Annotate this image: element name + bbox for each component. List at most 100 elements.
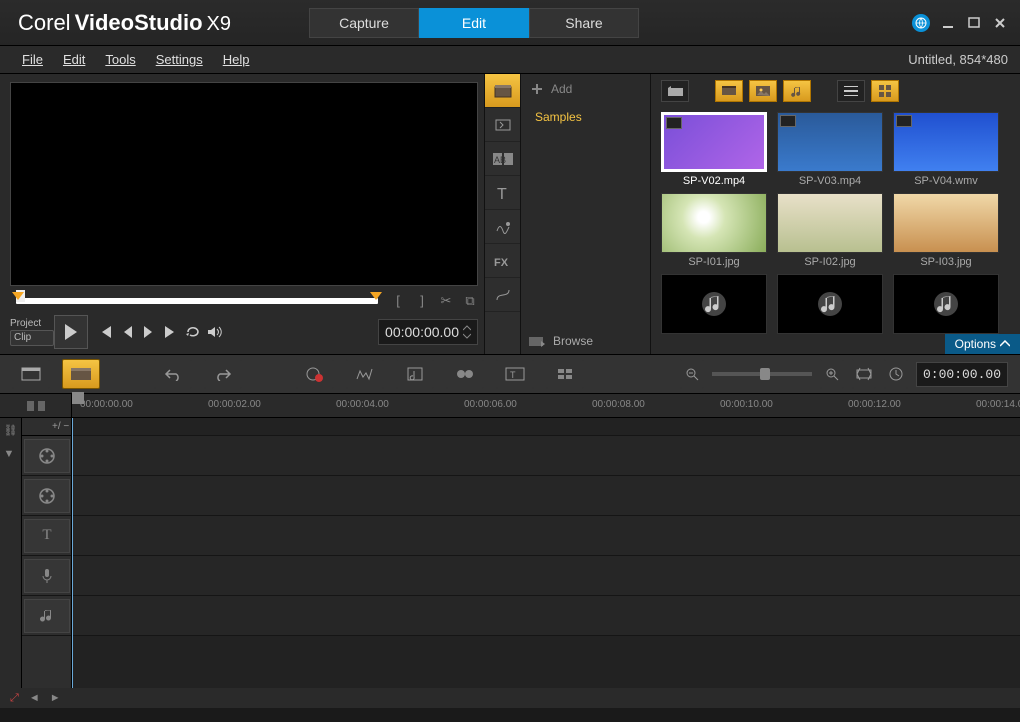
libtab-instant[interactable] — [485, 108, 520, 142]
media-thumbnail[interactable]: SP-V04.wmv — [891, 112, 1001, 187]
import-button[interactable] — [661, 80, 689, 102]
preview-timecode[interactable]: 00:00:00.00 — [378, 319, 478, 345]
options-button[interactable]: Options — [945, 334, 1020, 354]
scrub-bar[interactable] — [16, 298, 378, 304]
media-thumbnail[interactable] — [891, 274, 1001, 337]
subtitle-button[interactable]: T — [496, 359, 534, 389]
auto-music-button[interactable] — [396, 359, 434, 389]
storyboard-view-button[interactable] — [12, 359, 50, 389]
footer-expand-icon[interactable]: ⤢ — [10, 692, 19, 705]
media-thumbnail[interactable]: SP-V02.mp4 — [659, 112, 769, 187]
ruler-scale[interactable]: 00:00:00.0000:00:02.0000:00:04.0000:00:0… — [72, 394, 1020, 417]
libtab-media[interactable] — [485, 74, 520, 108]
timecode-spinner-icon[interactable] — [463, 325, 471, 339]
track-title[interactable]: T — [22, 516, 71, 556]
timeline-timecode[interactable]: 0:00:00.00 — [916, 362, 1008, 387]
track-row[interactable] — [72, 436, 1020, 476]
menu-file[interactable]: File — [12, 48, 53, 71]
library-category-tabs: AB T FX — [485, 74, 521, 354]
media-thumbnail[interactable]: SP-I03.jpg — [891, 193, 1001, 268]
zoom-knob[interactable] — [760, 368, 770, 380]
playback-mode[interactable]: Project Clip — [10, 318, 54, 346]
view-list-button[interactable] — [837, 80, 865, 102]
filter-audio-button[interactable] — [783, 80, 811, 102]
redo-button[interactable] — [204, 359, 242, 389]
menu-tools[interactable]: Tools — [95, 48, 145, 71]
libtab-title[interactable]: T — [485, 176, 520, 210]
chevron-down-icon[interactable]: ▼ — [4, 448, 18, 462]
view-thumb-button[interactable] — [871, 80, 899, 102]
play-button[interactable] — [54, 315, 88, 349]
zoom-out-button[interactable] — [680, 359, 704, 389]
track-row[interactable] — [72, 516, 1020, 556]
volume-button[interactable] — [204, 317, 226, 347]
tab-share[interactable]: Share — [529, 8, 639, 38]
media-thumbnail[interactable]: SP-I01.jpg — [659, 193, 769, 268]
cut-button[interactable]: ✂ — [438, 293, 454, 309]
browse-button[interactable]: Browse — [521, 328, 651, 354]
ruler-toggle-icon[interactable] — [27, 400, 45, 412]
multicam-button[interactable] — [446, 359, 484, 389]
preview-display[interactable] — [10, 82, 478, 286]
mark-out-button[interactable]: ] — [414, 293, 430, 309]
track-row[interactable] — [72, 596, 1020, 636]
media-thumbnail[interactable]: SP-V03.mp4 — [775, 112, 885, 187]
scroll-right-icon[interactable]: ► — [50, 692, 61, 704]
help-globe-icon[interactable] — [912, 14, 930, 32]
add-remove-track[interactable]: +/ − — [22, 418, 71, 436]
close-button[interactable] — [992, 15, 1008, 31]
next-frame-button[interactable] — [138, 317, 160, 347]
mark-in-icon[interactable] — [12, 292, 24, 300]
track-body[interactable] — [72, 418, 1020, 688]
mark-out-icon[interactable] — [370, 292, 382, 300]
thumbnail-image — [661, 112, 767, 172]
plus-icon — [531, 83, 543, 95]
media-thumbnail[interactable]: SP-I02.jpg — [775, 193, 885, 268]
timeline-view-button[interactable] — [62, 359, 100, 389]
go-end-button[interactable] — [160, 317, 182, 347]
undo-button[interactable] — [154, 359, 192, 389]
scroll-left-icon[interactable]: ◄ — [29, 692, 40, 704]
filter-video-button[interactable] — [715, 80, 743, 102]
tab-capture[interactable]: Capture — [309, 8, 419, 38]
zoom-slider[interactable] — [712, 372, 812, 376]
mark-in-button[interactable]: [ — [390, 293, 406, 309]
folder-samples[interactable]: Samples — [521, 104, 650, 130]
menu-edit[interactable]: Edit — [53, 48, 95, 71]
libtab-transition[interactable]: AB — [485, 142, 520, 176]
mode-project[interactable]: Project — [10, 318, 54, 330]
maximize-button[interactable] — [966, 15, 982, 31]
menu-help[interactable]: Help — [213, 48, 260, 71]
snapshot-button[interactable]: ⧉ — [462, 293, 478, 309]
minimize-button[interactable] — [940, 15, 956, 31]
libtab-path[interactable] — [485, 278, 520, 312]
libtab-filter[interactable]: FX — [485, 244, 520, 278]
media-thumbnail[interactable] — [659, 274, 769, 337]
zoom-in-button[interactable] — [820, 359, 844, 389]
filter-photo-button[interactable] — [749, 80, 777, 102]
track-overlay[interactable] — [22, 476, 71, 516]
track-music[interactable] — [22, 596, 71, 636]
timeline-toolbar: T 0:00:00.00 — [0, 354, 1020, 394]
timeline-cursor[interactable] — [72, 418, 73, 688]
track-video[interactable] — [22, 436, 71, 476]
prev-frame-button[interactable] — [116, 317, 138, 347]
sound-mixer-button[interactable] — [346, 359, 384, 389]
ripple-toggle-icon[interactable]: ⛓ — [4, 424, 18, 438]
project-duration-button[interactable] — [884, 359, 908, 389]
track-row[interactable] — [72, 556, 1020, 596]
media-thumbnail[interactable] — [775, 274, 885, 337]
track-voice[interactable] — [22, 556, 71, 596]
timeline-ruler[interactable]: 00:00:00.0000:00:02.0000:00:04.0000:00:0… — [0, 394, 1020, 418]
mode-clip[interactable]: Clip — [10, 330, 54, 346]
tab-edit[interactable]: Edit — [419, 8, 529, 38]
track-row[interactable] — [72, 476, 1020, 516]
record-button[interactable] — [296, 359, 334, 389]
repeat-button[interactable] — [182, 317, 204, 347]
menu-settings[interactable]: Settings — [146, 48, 213, 71]
fit-project-button[interactable] — [852, 359, 876, 389]
track-manager-button[interactable] — [546, 359, 584, 389]
add-folder-button[interactable]: Add — [521, 74, 650, 104]
go-start-button[interactable] — [94, 317, 116, 347]
libtab-graphic[interactable] — [485, 210, 520, 244]
